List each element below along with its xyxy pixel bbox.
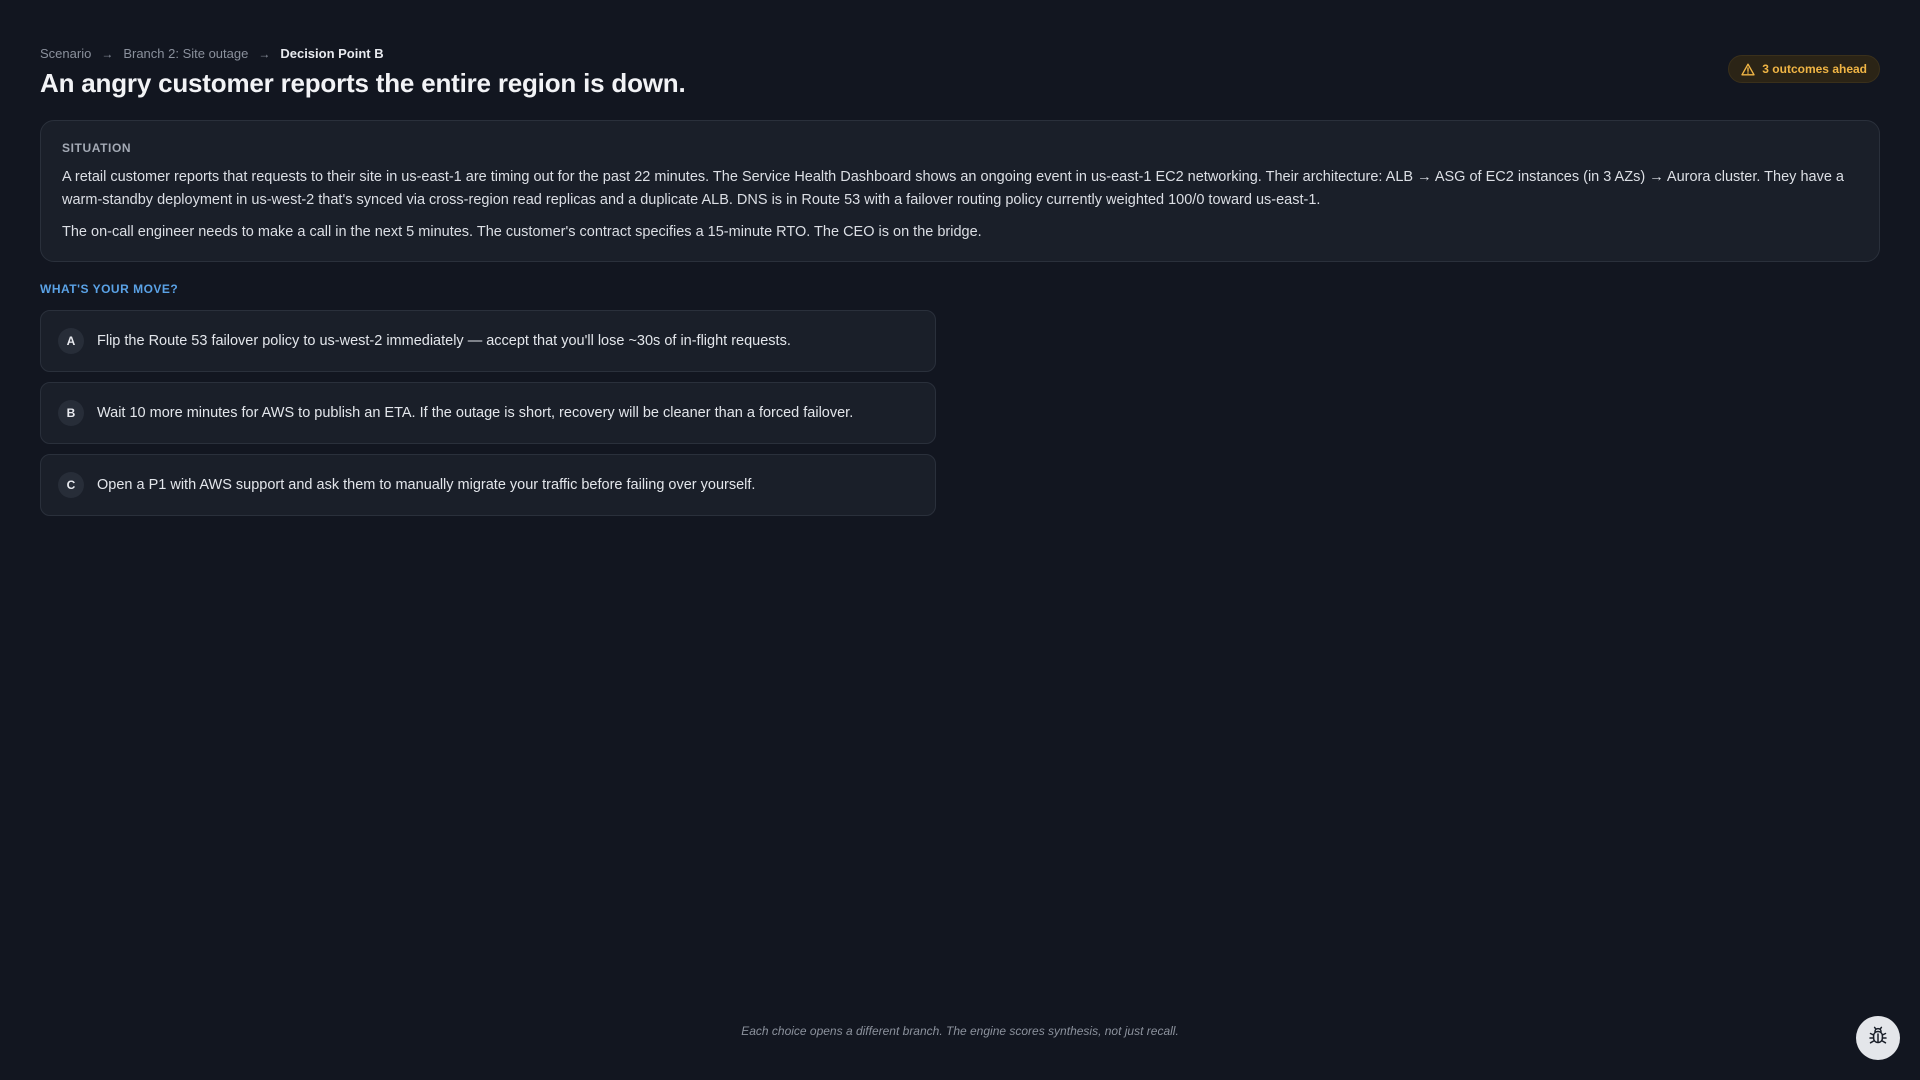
breadcrumb-arrow-icon: → — [101, 46, 114, 61]
choice-letter-badge: B — [58, 400, 84, 426]
breadcrumb-item-current: Decision Point B — [280, 46, 384, 61]
choice-text: Open a P1 with AWS support and ask them … — [97, 477, 756, 493]
choice-option-c[interactable]: C Open a P1 with AWS support and ask the… — [40, 454, 936, 516]
choice-option-a[interactable]: A Flip the Route 53 failover policy to u… — [40, 310, 936, 372]
choice-option-b[interactable]: B Wait 10 more minutes for AWS to publis… — [40, 382, 936, 444]
breadcrumb-item-scenario[interactable]: Scenario — [40, 46, 91, 61]
outcomes-badge: 3 outcomes ahead — [1728, 55, 1880, 83]
situation-paragraph: A retail customer reports that requests … — [62, 169, 1844, 208]
situation-paragraph: The on-call engineer needs to make a cal… — [62, 224, 982, 240]
bug-icon — [1867, 1025, 1889, 1052]
choice-letter-badge: A — [58, 328, 84, 354]
choice-list: A Flip the Route 53 failover policy to u… — [40, 310, 936, 526]
choice-text: Wait 10 more minutes for AWS to publish … — [97, 405, 854, 421]
choice-text: Flip the Route 53 failover policy to us-… — [97, 333, 791, 349]
situation-label: SITUATION — [62, 141, 132, 155]
outcomes-badge-label: 3 outcomes ahead — [1762, 62, 1867, 76]
breadcrumb-item-branch[interactable]: Branch 2: Site outage — [123, 46, 248, 61]
page-title: An angry customer reports the entire reg… — [40, 68, 686, 98]
breadcrumb-arrow-icon: → — [258, 46, 271, 61]
breadcrumb: Scenario → Branch 2: Site outage → Decis… — [40, 46, 384, 61]
footer-note: Each choice opens a different branch. Th… — [741, 1024, 1179, 1038]
warning-triangle-icon — [1741, 63, 1755, 76]
choice-letter-badge: C — [58, 472, 84, 498]
situation-card: SITUATION A retail customer reports that… — [40, 120, 1880, 262]
bug-report-button[interactable] — [1856, 1016, 1900, 1060]
moves-heading: WHAT'S YOUR MOVE? — [40, 282, 179, 296]
scenario-page: Scenario → Branch 2: Site outage → Decis… — [0, 0, 1920, 1080]
